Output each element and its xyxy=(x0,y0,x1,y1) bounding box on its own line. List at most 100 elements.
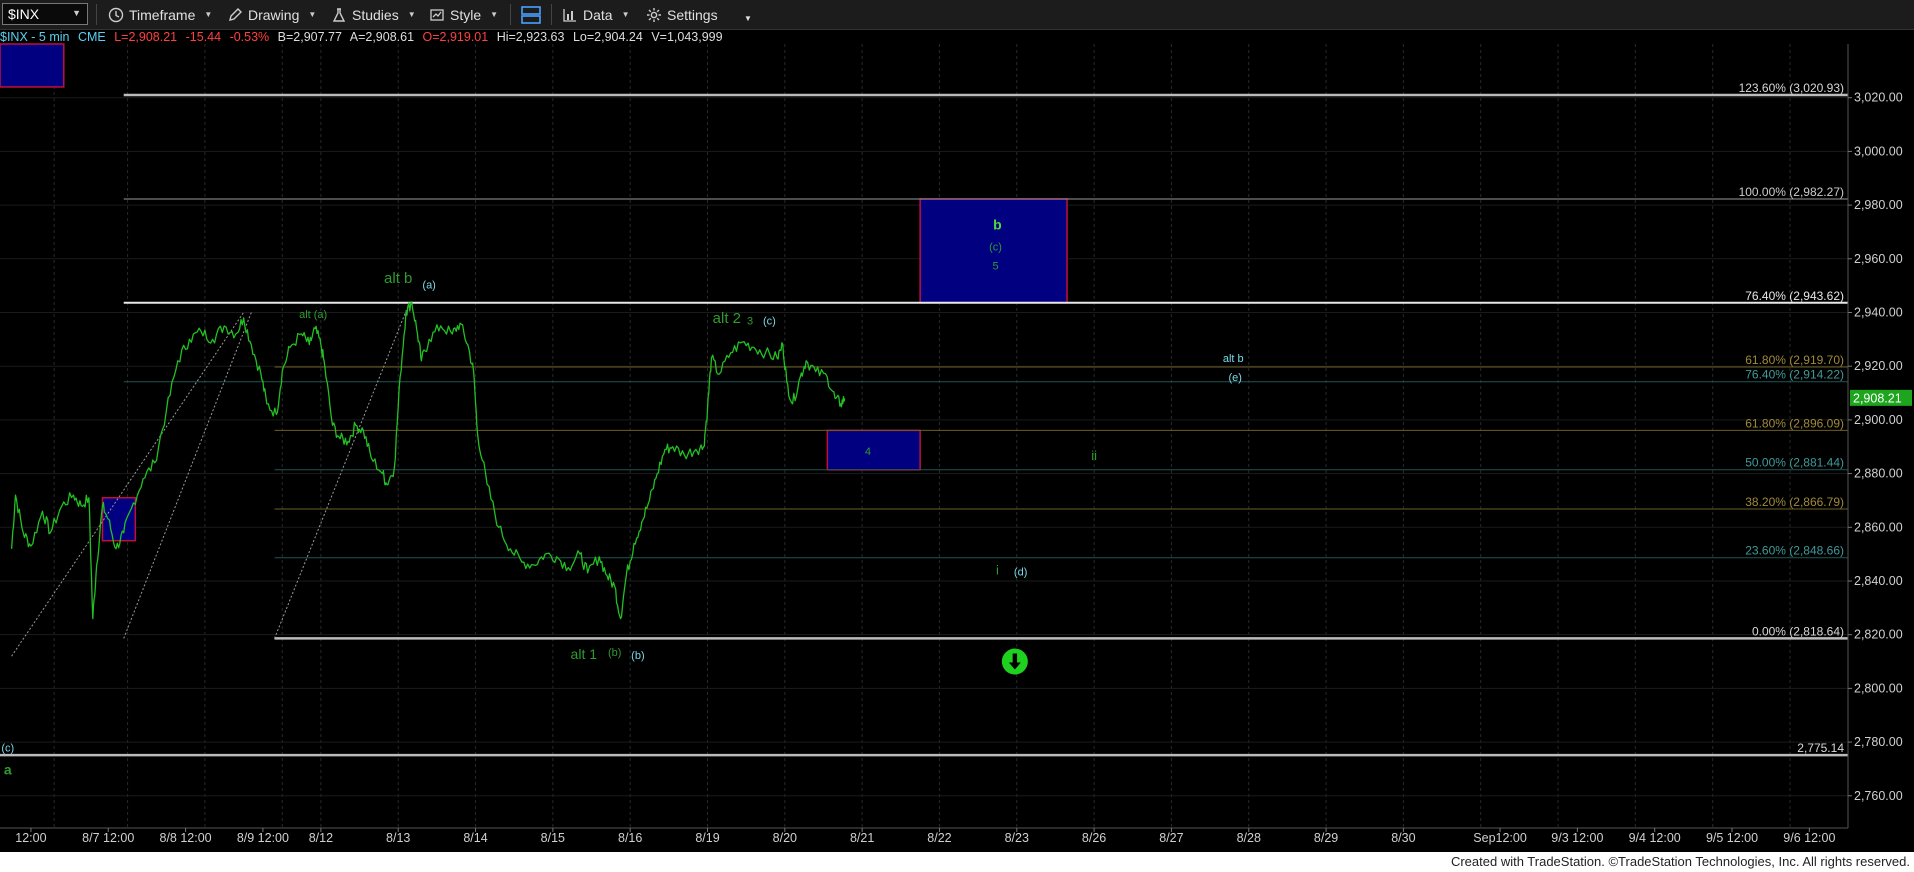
drawing-label: Drawing xyxy=(248,6,300,23)
fib-level-label: 38.20% (2,866.79) xyxy=(1745,495,1844,509)
time-tick-label: 8/15 xyxy=(541,831,565,845)
window-layout-icon xyxy=(521,5,541,24)
symbol-text: $INX xyxy=(8,6,40,22)
time-tick-label: 8/29 xyxy=(1314,831,1338,845)
price-tick-label: 2,760.00 xyxy=(1854,789,1903,803)
wave-label: 3 xyxy=(747,316,753,328)
time-tick-label: 8/30 xyxy=(1391,831,1415,845)
time-tick-label: 8/22 xyxy=(927,831,951,845)
gear-icon xyxy=(647,7,661,22)
fib-level-label: 76.40% (2,914.22) xyxy=(1745,368,1844,382)
wave-label: (c) xyxy=(989,242,1002,254)
wave-label: (c) xyxy=(1,742,14,754)
fib-level-label: 100.00% (2,982.27) xyxy=(1739,185,1844,199)
chevron-down-icon: ▼ xyxy=(407,10,416,19)
price-tick-label: 2,980.00 xyxy=(1854,198,1903,212)
time-tick-label: 8/8 12:00 xyxy=(160,831,212,845)
time-tick-label: 8/21 xyxy=(850,831,874,845)
toolbar-separator xyxy=(510,4,511,25)
wave-label: alt 2 xyxy=(713,310,741,327)
time-tick-label: Sep12:00 xyxy=(1473,831,1527,845)
fib-level-label: 50.00% (2,881.44) xyxy=(1745,456,1844,470)
fib-level-label: 61.80% (2,896.09) xyxy=(1745,416,1844,430)
footer: Created with TradeStation. ©TradeStation… xyxy=(0,852,1914,872)
price-tick-label: 2,880.00 xyxy=(1854,467,1903,481)
chart-style-icon xyxy=(430,8,444,21)
studies-label: Studies xyxy=(352,6,399,23)
toolbar-separator xyxy=(551,4,552,25)
studies-menu[interactable]: Studies ▼ xyxy=(331,3,416,26)
volume-value: V=1,043,999 xyxy=(651,30,723,44)
time-tick-label: 8/12 xyxy=(309,831,333,845)
fib-level-label: 0.00% (2,818.64) xyxy=(1752,624,1844,638)
pct-change: -0.53% xyxy=(229,30,270,44)
price-tick-label: 2,940.00 xyxy=(1854,305,1903,319)
time-tick-label: 8/16 xyxy=(618,831,642,845)
time-tick-label: 8/14 xyxy=(463,831,487,845)
down-arrow-icon xyxy=(1001,648,1028,675)
wave-label: 4 xyxy=(865,446,871,458)
pencil-icon xyxy=(229,7,242,21)
wave-label: (c) xyxy=(763,316,776,328)
chevron-down-icon: ▼ xyxy=(308,10,317,19)
time-tick-label: 12:00 xyxy=(15,831,46,845)
time-tick-label: 8/9 12:00 xyxy=(237,831,289,845)
settings-menu[interactable]: Settings xyxy=(646,3,718,26)
chart-toolbar: $INX ▼ Timeframe ▼ Drawing ▼ Studies ▼ S… xyxy=(0,0,1914,30)
price-tick-label: 2,960.00 xyxy=(1854,252,1903,266)
fib-level-label: 123.60% (3,020.93) xyxy=(1739,81,1844,95)
time-tick-label: 8/28 xyxy=(1237,831,1261,845)
wave-label: (b) xyxy=(608,647,621,659)
info-bar: $INX - 5 min CME L=2,908.21 -15.44 -0.53… xyxy=(0,30,728,47)
wave-label: 5 xyxy=(992,261,998,273)
drawing-menu[interactable]: Drawing ▼ xyxy=(227,3,316,26)
bid-value: B=2,907.77 xyxy=(277,30,342,44)
style-menu[interactable]: Style ▼ xyxy=(429,3,498,26)
toolbar-overflow-icon[interactable]: ▼ xyxy=(744,7,752,30)
wave-label: (b) xyxy=(631,650,644,662)
chart-background xyxy=(0,30,1914,852)
clock-icon xyxy=(108,7,124,22)
wave-label: alt (a) xyxy=(299,309,327,321)
flask-icon xyxy=(332,7,346,22)
time-tick-label: 8/23 xyxy=(1005,831,1029,845)
price-tick-label: 2,820.00 xyxy=(1854,628,1903,642)
price-tick-label: 3,000.00 xyxy=(1854,144,1903,158)
wave-label: i xyxy=(996,562,999,577)
symbol-interval: $INX - 5 min xyxy=(0,30,70,44)
fib-level-label: 2,775.14 xyxy=(1797,741,1844,755)
layout-button[interactable] xyxy=(520,3,547,26)
exchange: CME xyxy=(77,30,106,44)
data-label: Data xyxy=(583,6,613,23)
timeframe-menu[interactable]: Timeframe ▼ xyxy=(108,3,212,26)
price-tick-label: 3,020.00 xyxy=(1854,91,1903,105)
high-value: Hi=2,923.63 xyxy=(496,30,565,44)
wave-label: (e) xyxy=(1228,372,1241,384)
fib-level-label: 61.80% (2,919.70) xyxy=(1745,353,1844,367)
open-value: O=2,919.01 xyxy=(422,30,489,44)
symbol-selector[interactable]: $INX ▼ xyxy=(2,3,88,25)
fib-level-label: 23.60% (2,848.66) xyxy=(1745,544,1844,558)
time-tick-label: 8/26 xyxy=(1082,831,1106,845)
wave-label: alt 1 xyxy=(571,646,598,662)
wave-label: a xyxy=(4,761,12,777)
wave-label: (a) xyxy=(422,279,435,291)
projection-zone xyxy=(101,497,137,542)
projection-zone xyxy=(0,43,65,88)
time-tick-label: 9/5 12:00 xyxy=(1706,831,1758,845)
timeframe-label: Timeframe xyxy=(129,6,196,23)
time-tick-label: 9/6 12:00 xyxy=(1783,831,1835,845)
ask-value: A=2,908.61 xyxy=(349,30,415,44)
bar-chart-icon xyxy=(563,8,576,22)
price-tick-label: 2,840.00 xyxy=(1854,574,1903,588)
toolbar-separator xyxy=(96,4,97,25)
price-chart[interactable]: 123.60% (3,020.93) 100.00% (2,982.27) 76.4… xyxy=(0,30,1914,852)
price-tick-label: 2,920.00 xyxy=(1854,359,1903,373)
data-menu[interactable]: Data ▼ xyxy=(562,3,630,26)
price-tick-label: 2,800.00 xyxy=(1854,681,1903,695)
last-value: L=2,908.21 xyxy=(114,30,178,44)
price-tick-label: 2,780.00 xyxy=(1854,735,1903,749)
style-label: Style xyxy=(450,6,482,23)
wave-label: alt b xyxy=(1223,353,1244,365)
last-price-label: 2,908.21 xyxy=(1853,391,1902,405)
